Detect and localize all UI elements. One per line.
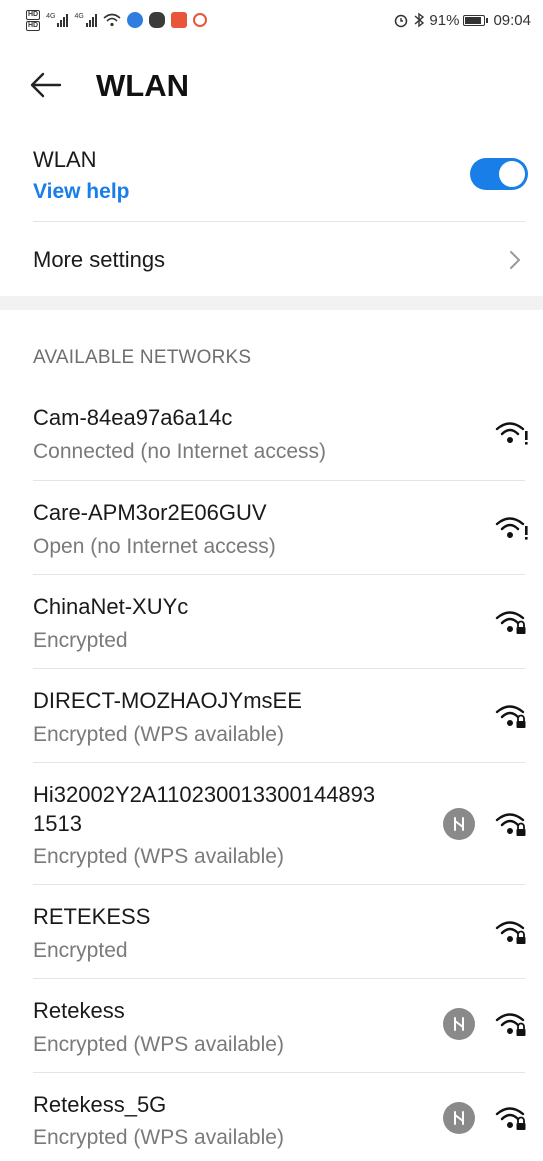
divider [33, 978, 525, 979]
hd-label-2: HD [26, 20, 41, 31]
divider [33, 1072, 525, 1073]
chevron-right-icon [510, 251, 520, 269]
shop-notification-icon [170, 12, 187, 28]
network-name: Cam-84ea97a6a14c [33, 405, 233, 430]
wifi-lock-icon [495, 813, 526, 836]
network-status: Encrypted [33, 939, 128, 962]
network-name-continued: 1513 [33, 811, 82, 836]
page-title: WLAN [96, 68, 189, 103]
divider [33, 762, 525, 763]
wifi-warning-icon [495, 517, 528, 540]
status-bar: HD HD 4G 4G 91% 09:04 [0, 0, 543, 40]
network-name: RETEKESS [33, 904, 151, 929]
toggle-knob [499, 161, 525, 187]
hilink-icon [443, 1102, 475, 1134]
network-type-label: 4G [74, 13, 84, 20]
wifi-lock-icon [495, 1013, 526, 1036]
view-help-link[interactable]: View help [33, 180, 543, 204]
signal-1-icon: 4G [46, 13, 69, 27]
divider [33, 668, 525, 669]
divider [33, 884, 525, 885]
network-status: Encrypted [33, 629, 128, 652]
hilink-glyph-icon [454, 1017, 464, 1031]
network-status: Encrypted (WPS available) [33, 1033, 284, 1056]
hilink-icon [443, 808, 475, 840]
section-separator [0, 296, 543, 310]
wifi-lock-icon [495, 611, 526, 634]
network-name: ChinaNet-XUYc [33, 594, 189, 619]
app-bar: WLAN [0, 60, 543, 110]
back-button[interactable] [30, 70, 66, 100]
app-notification-icon-2 [192, 13, 207, 27]
divider [33, 221, 525, 222]
signal-2-icon: 4G [74, 13, 97, 27]
battery-percentage: 91% [429, 11, 460, 29]
network-type-label: 4G [46, 13, 56, 20]
wifi-lock-icon [495, 921, 526, 944]
network-status: Encrypted (WPS available) [33, 845, 284, 868]
divider [33, 480, 525, 481]
hilink-icon [443, 1008, 475, 1040]
status-right: 91% 09:04 [393, 12, 531, 29]
wifi-status-icon [103, 13, 121, 27]
wifi-lock-icon [495, 1107, 526, 1130]
clock: 09:04 [493, 11, 531, 29]
hd-label-1: HD [26, 9, 41, 20]
wlan-label: WLAN [33, 147, 97, 172]
app-notification-icon [126, 12, 143, 28]
chat-notification-icon [148, 12, 165, 28]
wifi-warning-icon [495, 422, 528, 445]
network-name: Retekess [33, 998, 125, 1023]
hd-indicator: HD HD [26, 9, 41, 31]
battery-fill [465, 16, 481, 24]
bluetooth-icon [414, 12, 425, 28]
network-name: Care-APM3or2E06GUV [33, 500, 267, 525]
battery-icon [463, 14, 489, 26]
network-status: Connected (no Internet access) [33, 440, 326, 463]
wlan-toggle-switch[interactable] [470, 158, 528, 190]
hilink-glyph-icon [454, 1111, 464, 1125]
divider [33, 574, 525, 575]
network-name: DIRECT-MOZHAOJYmsEE [33, 688, 302, 713]
status-left: HD HD 4G 4G [26, 9, 207, 31]
network-name: Hi32002Y2A110230013300144893 [33, 782, 376, 807]
network-status: Encrypted (WPS available) [33, 723, 284, 746]
network-status: Encrypted (WPS available) [33, 1126, 284, 1149]
wifi-lock-icon [495, 705, 526, 728]
network-status: Open (no Internet access) [33, 535, 276, 558]
more-settings-label: More settings [33, 247, 166, 272]
hilink-glyph-icon [454, 817, 464, 831]
network-name: Retekess_5G [33, 1092, 167, 1117]
available-networks-header: AVAILABLE NETWORKS [33, 347, 252, 368]
back-arrow-icon [30, 72, 62, 98]
alarm-icon [395, 14, 408, 28]
